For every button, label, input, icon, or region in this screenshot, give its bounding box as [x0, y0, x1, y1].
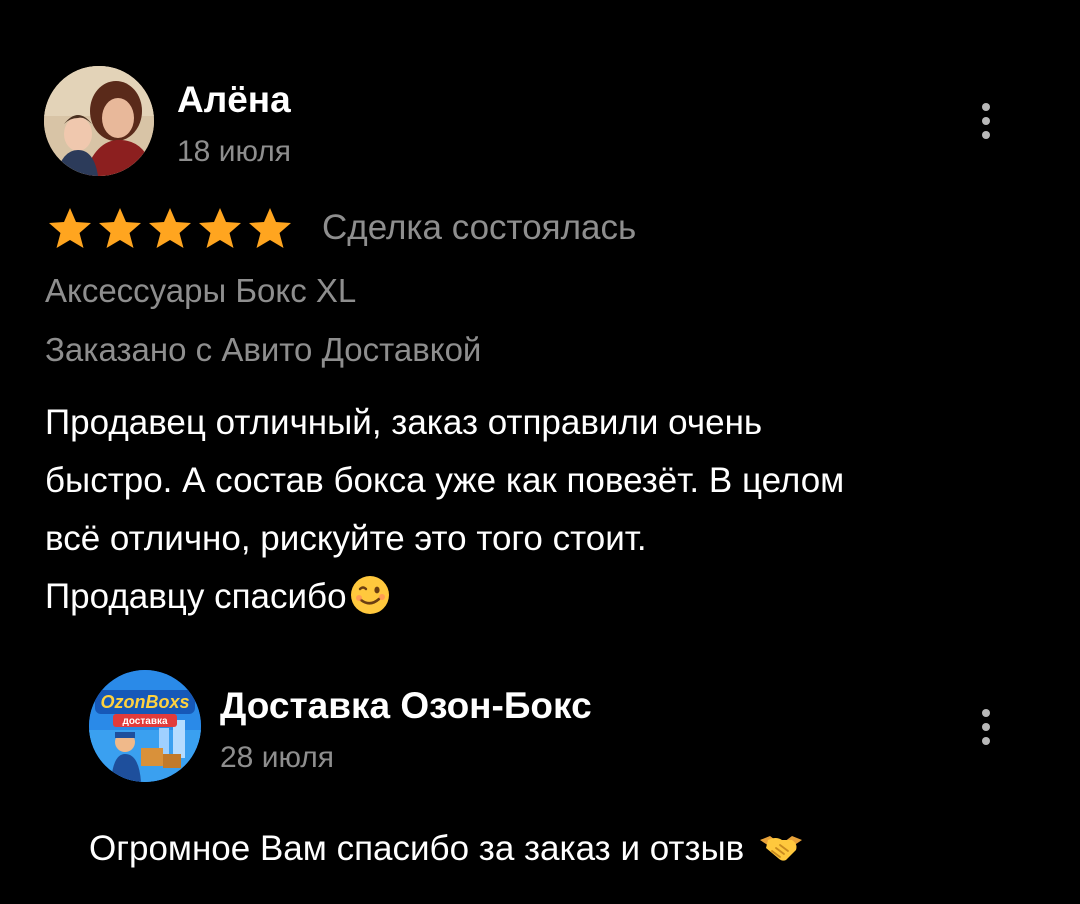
deal-status: Сделка состоялась: [322, 208, 637, 247]
star-icon: [99, 208, 141, 248]
review-text-line: Продавцу спасибо: [45, 577, 347, 616]
rating-stars: [45, 206, 295, 250]
author-avatar-image: [44, 66, 154, 176]
more-vertical-icon-dot: [982, 131, 990, 139]
reply-text: Огромное Вам спасибо за заказ и отзыв: [89, 826, 804, 872]
review-more-button[interactable]: [974, 99, 998, 143]
more-vertical-icon-dot: [982, 709, 990, 717]
more-vertical-icon-dot: [982, 737, 990, 745]
more-vertical-icon-dot: [982, 723, 990, 731]
delivery-note: Заказано с Авито Доставкой: [45, 331, 482, 368]
more-vertical-icon-dot: [982, 117, 990, 125]
review-text: Продавец отличный, заказ отправили очень…: [45, 394, 1035, 626]
review-text-line: Продавец отличный, заказ отправили очень: [45, 403, 763, 442]
seller-logo-image: OzonBoxs доставка: [89, 670, 201, 782]
author-avatar[interactable]: [44, 66, 154, 176]
reply-text-content: Огромное Вам спасибо за заказ и отзыв: [89, 829, 745, 868]
handshake-emoji-icon: [759, 836, 802, 861]
seller-logo[interactable]: OzonBoxs доставка: [89, 670, 201, 782]
author-name: Алёна: [177, 79, 291, 120]
review-text-line: быстро. А состав бокса уже как повезёт. …: [45, 461, 845, 500]
star-icon: [149, 208, 191, 248]
reply-date: 28 июля: [220, 741, 335, 774]
seller-logo-text-top: OzonBoxs: [100, 692, 189, 712]
product-name[interactable]: Аксессуары Бокс XL: [45, 270, 356, 312]
star-icon: [49, 208, 91, 248]
seller-logo-text-bottom: доставка: [122, 716, 167, 727]
review-text-line: всё отлично, рискуйте это того стоит.: [45, 519, 647, 558]
star-icon: [199, 208, 241, 248]
more-vertical-icon-dot: [982, 103, 990, 111]
seller-name[interactable]: Доставка Озон-Бокс: [220, 684, 592, 728]
reply-more-button[interactable]: [974, 705, 998, 749]
review-text-last-line: Продавцу спасибо: [45, 568, 1035, 626]
star-icon: [249, 208, 291, 248]
winking-face-emoji-icon: [350, 576, 389, 614]
review-date: 18 июля: [177, 135, 292, 168]
